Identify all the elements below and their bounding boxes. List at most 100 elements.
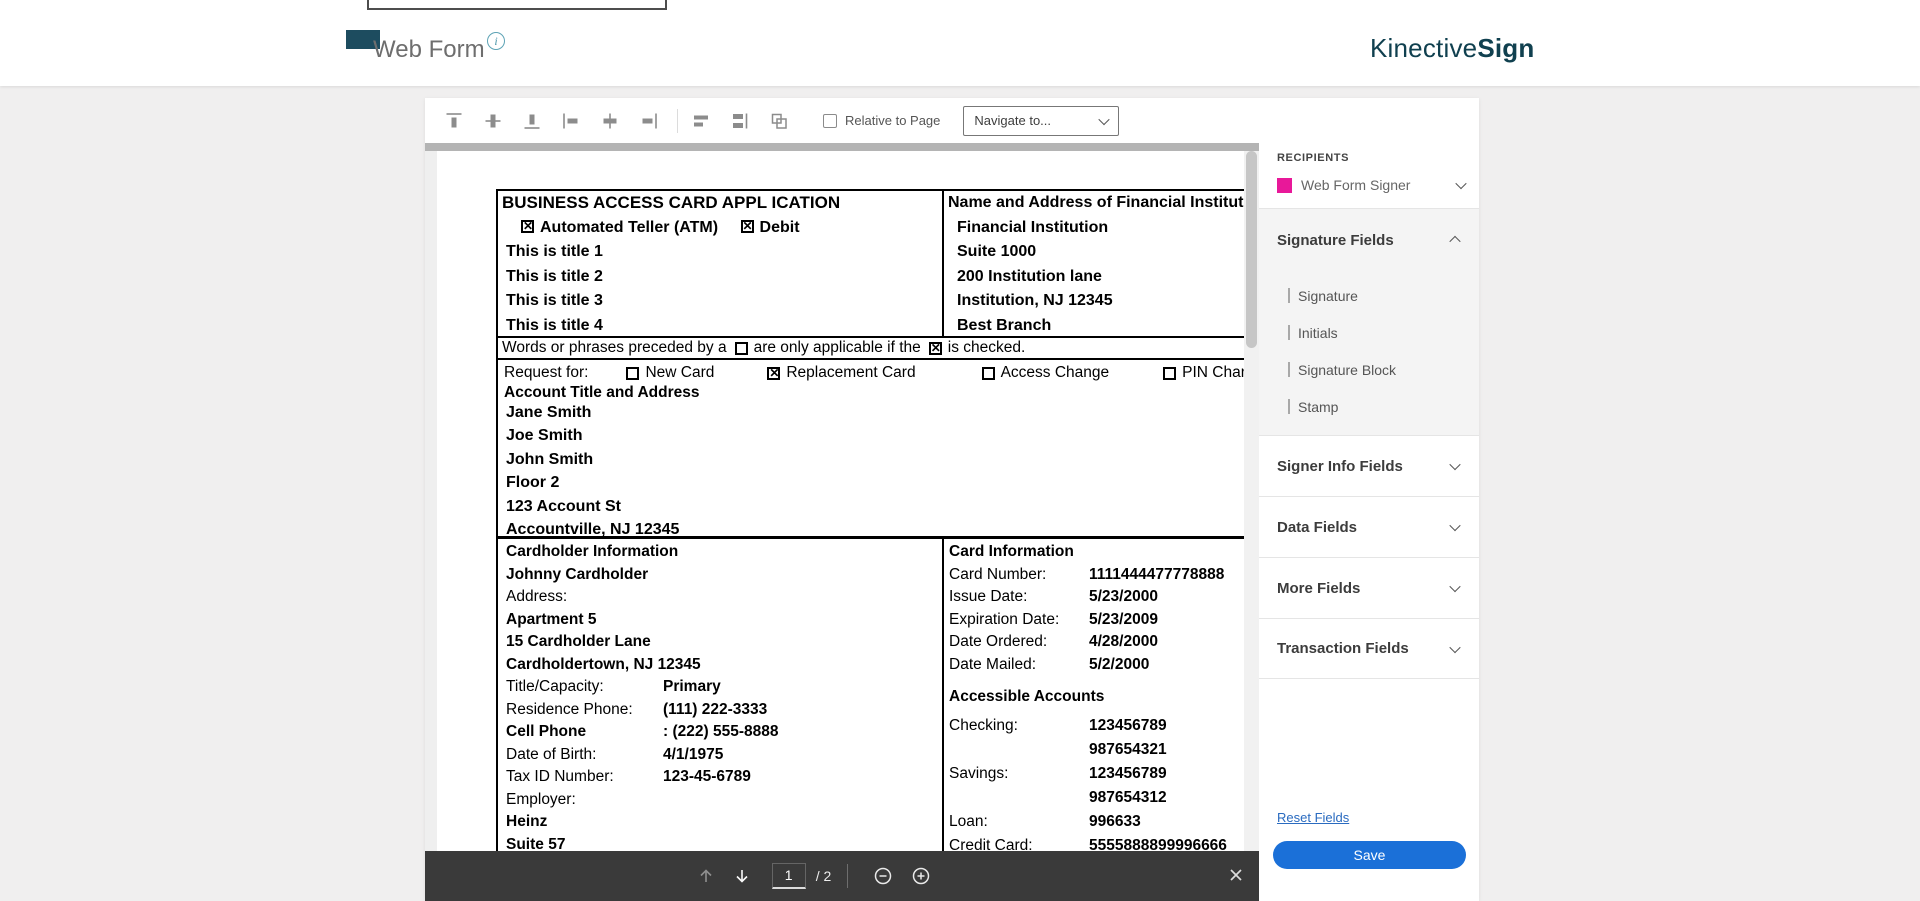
- top-header: Web Form i KinectiveSign: [0, 0, 1920, 86]
- align-middle-button[interactable]: [480, 107, 506, 135]
- field-value: 123-45-6789: [663, 768, 751, 785]
- chevron-up-icon: [1449, 235, 1461, 248]
- close-viewer-button[interactable]: [1227, 866, 1245, 884]
- brand-logo: KinectiveSign: [1370, 33, 1534, 64]
- navigate-to-dropdown[interactable]: Navigate to...: [963, 105, 1120, 136]
- align-left-icon: [563, 113, 578, 128]
- save-button[interactable]: Save: [1273, 841, 1466, 869]
- page-number-input[interactable]: 1: [771, 863, 806, 889]
- form-text-line: Jane Smith: [506, 404, 592, 421]
- field-label: Title/Capacity:: [506, 678, 604, 695]
- field-item-signature-block[interactable]: Signature Block: [1259, 351, 1479, 388]
- new-card-checkbox[interactable]: [626, 366, 640, 380]
- form-text-line: Joe Smith: [506, 427, 583, 445]
- scrollbar-thumb[interactable]: [1246, 151, 1257, 348]
- account-label: Savings:: [949, 765, 1009, 782]
- debit-checkbox[interactable]: [740, 219, 754, 233]
- cardholder-name: Johnny Cardholder: [506, 565, 649, 583]
- conditional-statement-row: Words or phrases preceded by a are only …: [498, 336, 1244, 360]
- navigate-to-value: Navigate to...: [974, 113, 1052, 128]
- field-row: Residence Phone: (111) 222-3333: [506, 699, 942, 722]
- match-size-button[interactable]: [766, 107, 792, 135]
- section-more-fields[interactable]: More Fields: [1259, 557, 1479, 618]
- partial-window-fragment: [367, 0, 667, 10]
- arrow-down-icon: [736, 870, 748, 883]
- vertical-scrollbar[interactable]: [1244, 151, 1259, 851]
- form-text-line: This is title 3: [506, 292, 603, 309]
- cardholder-card-section: Cardholder Information Johnny Cardholder…: [498, 536, 1244, 858]
- align-left-button[interactable]: [558, 107, 584, 135]
- relative-to-page-checkbox[interactable]: Relative to Page: [823, 113, 940, 128]
- align-center-icon: [603, 113, 617, 128]
- section-transaction-fields[interactable]: Transaction Fields: [1259, 618, 1479, 679]
- previous-page-button[interactable]: [696, 866, 716, 886]
- zoom-out-button[interactable]: [872, 865, 894, 887]
- zoom-in-icon: [913, 867, 930, 885]
- section-title: More Fields: [1277, 579, 1361, 597]
- account-label: Checking:: [949, 717, 1018, 734]
- section-signer-info-fields[interactable]: Signer Info Fields: [1259, 435, 1479, 496]
- example-checked-box: [928, 341, 942, 355]
- reset-fields-link[interactable]: Reset Fields: [1277, 810, 1349, 825]
- account-row: Savings: 123456789 987654312: [949, 762, 1244, 810]
- chevron-down-icon: [1449, 458, 1461, 471]
- info-icon[interactable]: i: [487, 32, 505, 50]
- form-text-line: Institution, NJ 12345: [957, 292, 1113, 309]
- replacement-card-checkbox[interactable]: [767, 366, 781, 380]
- align-middle-icon: [485, 114, 501, 127]
- zoom-in-button[interactable]: [910, 865, 932, 887]
- field-item-signature[interactable]: Signature: [1259, 277, 1479, 314]
- card-type-row: Automated Teller (ATM) Debit: [502, 216, 942, 241]
- form-text-line: Financial Institution: [957, 218, 1109, 236]
- align-bottom-button[interactable]: [519, 107, 545, 135]
- form-text-line: John Smith: [506, 450, 594, 468]
- horizontal-scrollbar[interactable]: [425, 143, 1259, 151]
- field-item-initials[interactable]: Initials: [1259, 314, 1479, 351]
- align-center-button[interactable]: [597, 107, 623, 135]
- distribute-horizontal-button[interactable]: [688, 107, 714, 135]
- field-value: 4/28/2000: [1089, 633, 1158, 650]
- chevron-down-icon: [1449, 641, 1461, 653]
- signature-fields-toggle[interactable]: Signature Fields: [1259, 209, 1479, 271]
- next-page-button[interactable]: [732, 866, 752, 886]
- field-label: Card Number:: [949, 565, 1047, 583]
- pin-change-checkbox[interactable]: [1163, 366, 1177, 380]
- account-values: 996633: [1089, 810, 1141, 834]
- account-address-block: Jane Smith Joe Smith John Smith Floor 2 …: [504, 401, 1244, 541]
- close-icon: [1230, 869, 1242, 881]
- recipient-name: Web Form Signer: [1301, 177, 1411, 193]
- institution-cell: Name and Address of Financial Instituti …: [942, 191, 1244, 336]
- match-width-button[interactable]: [727, 107, 753, 135]
- pager-divider: [847, 864, 849, 888]
- field-item-stamp[interactable]: Stamp: [1259, 388, 1479, 425]
- institution-header: Name and Address of Financial Instituti: [948, 194, 1244, 211]
- account-values: 123456789 987654312: [1089, 762, 1167, 810]
- align-top-button[interactable]: [441, 107, 467, 135]
- match-width-icon: [733, 113, 748, 128]
- form-text-line: Best Branch: [957, 316, 1052, 334]
- drag-handle-icon: [1288, 288, 1290, 303]
- recipient-selector[interactable]: Web Form Signer: [1277, 172, 1467, 198]
- form-text-line: Cardholdertown, NJ 12345: [506, 655, 701, 673]
- checkbox-box[interactable]: [823, 113, 837, 128]
- fields-sidebar: RECIPIENTS Web Form Signer Signature Fie…: [1259, 98, 1479, 901]
- document-viewer: BUSINESS ACCESS CARD APPL ICATION Automa…: [425, 143, 1259, 901]
- field-value: 4/1/1975: [663, 745, 724, 763]
- access-change-label: Access Change: [1000, 364, 1110, 381]
- access-change-checkbox[interactable]: [981, 366, 995, 380]
- account-value: 987654321: [1089, 741, 1167, 758]
- atm-checkbox[interactable]: [521, 219, 534, 233]
- section-data-fields[interactable]: Data Fields: [1259, 496, 1479, 557]
- form-title: BUSINESS ACCESS CARD APPL ICATION: [502, 193, 841, 212]
- account-value: 123456789: [1089, 717, 1167, 734]
- align-right-button[interactable]: [636, 107, 662, 135]
- new-card-label: New Card: [645, 364, 715, 381]
- field-row: Tax ID Number: 123-45-6789: [506, 766, 942, 789]
- field-value: 5/2/2000: [1089, 655, 1150, 673]
- form-text-line: Apartment 5: [506, 610, 597, 628]
- field-row: Title/Capacity: Primary: [506, 676, 942, 699]
- field-row: Card Number: 1111444477778888: [949, 564, 1244, 587]
- document-pager-bar: 1 / 2: [425, 851, 1259, 901]
- page-title: Web Form: [373, 36, 485, 63]
- field-label: Cell Phone: [506, 723, 587, 740]
